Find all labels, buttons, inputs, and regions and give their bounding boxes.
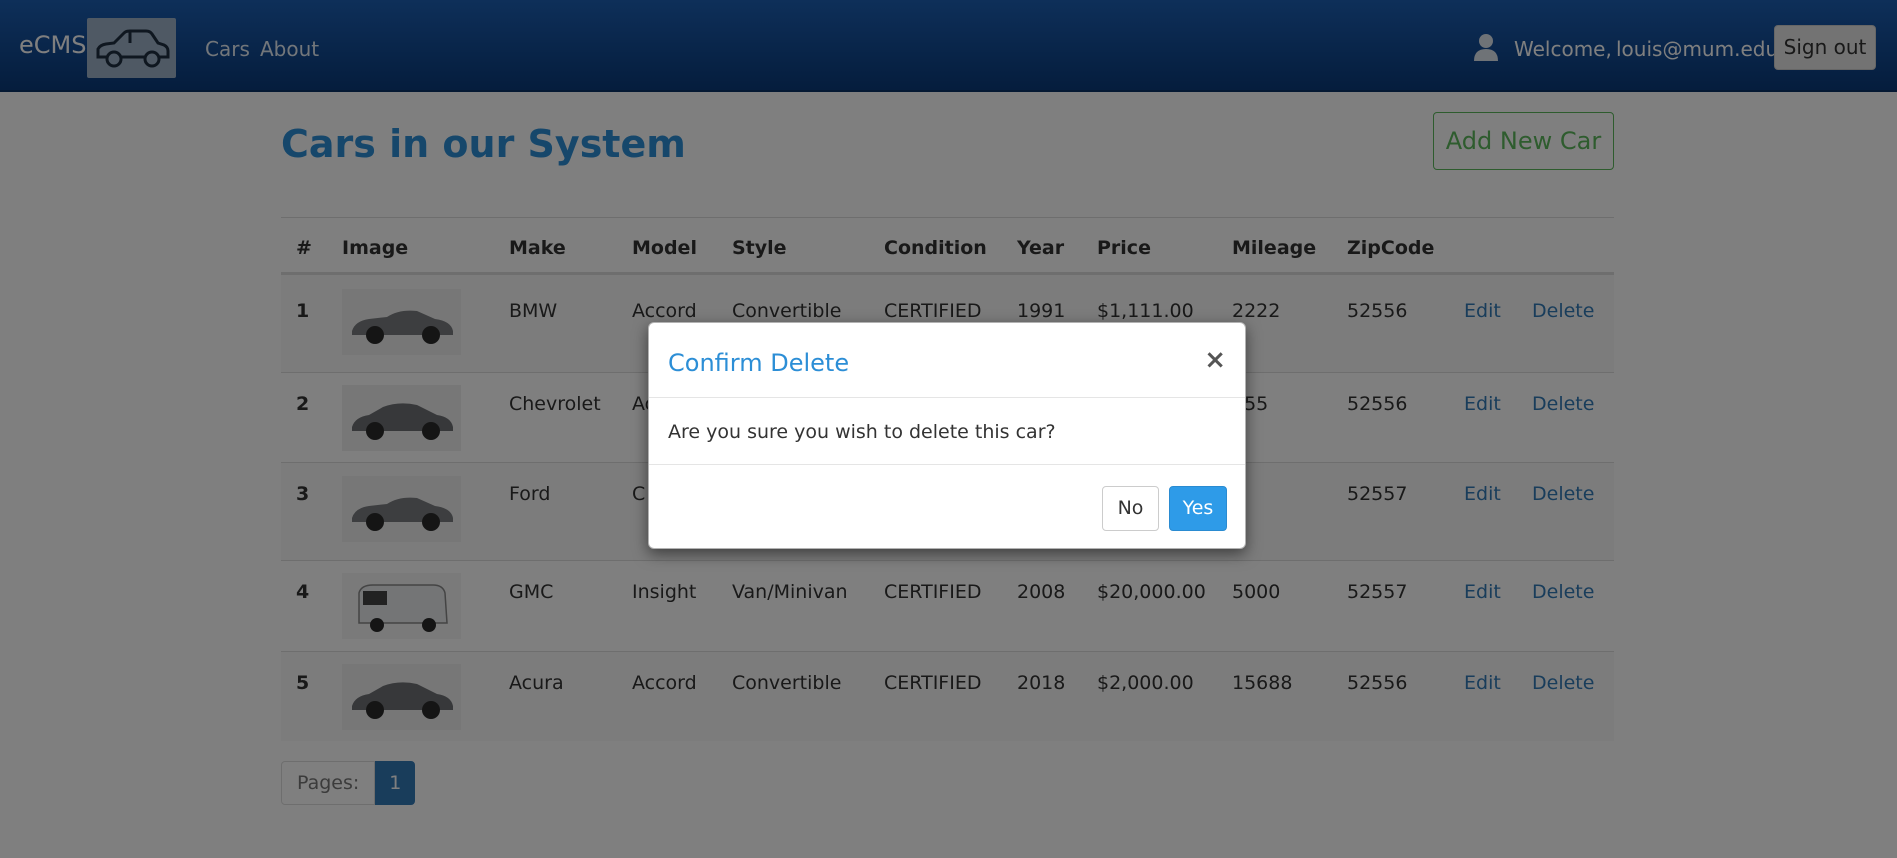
- modal-header: Confirm Delete ×: [649, 323, 1245, 398]
- modal-message: Are you sure you wish to delete this car…: [668, 421, 1056, 443]
- yes-button[interactable]: Yes: [1169, 486, 1227, 531]
- no-button[interactable]: No: [1102, 486, 1159, 531]
- modal-footer: No Yes: [649, 464, 1245, 550]
- confirm-delete-dialog: Confirm Delete × Are you sure you wish t…: [648, 322, 1246, 549]
- modal-title: Confirm Delete: [668, 349, 850, 377]
- close-icon[interactable]: ×: [1204, 347, 1226, 373]
